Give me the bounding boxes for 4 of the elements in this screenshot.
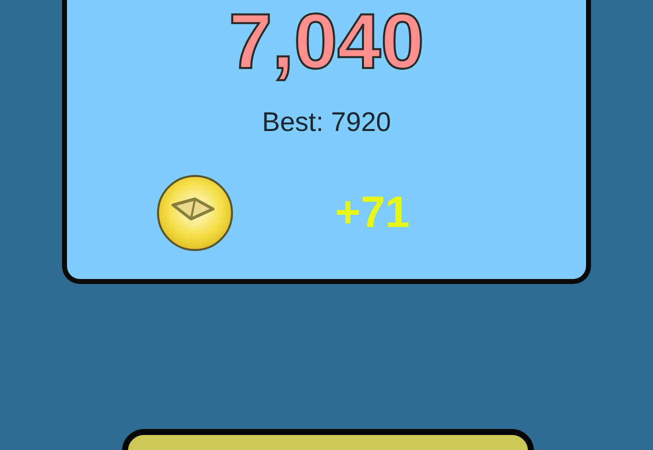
best-score: Best: 7920 <box>262 106 392 139</box>
book-coin-icon <box>155 172 235 252</box>
coin-reward: +71 <box>335 186 410 238</box>
score-value: 7,040 <box>228 0 424 80</box>
